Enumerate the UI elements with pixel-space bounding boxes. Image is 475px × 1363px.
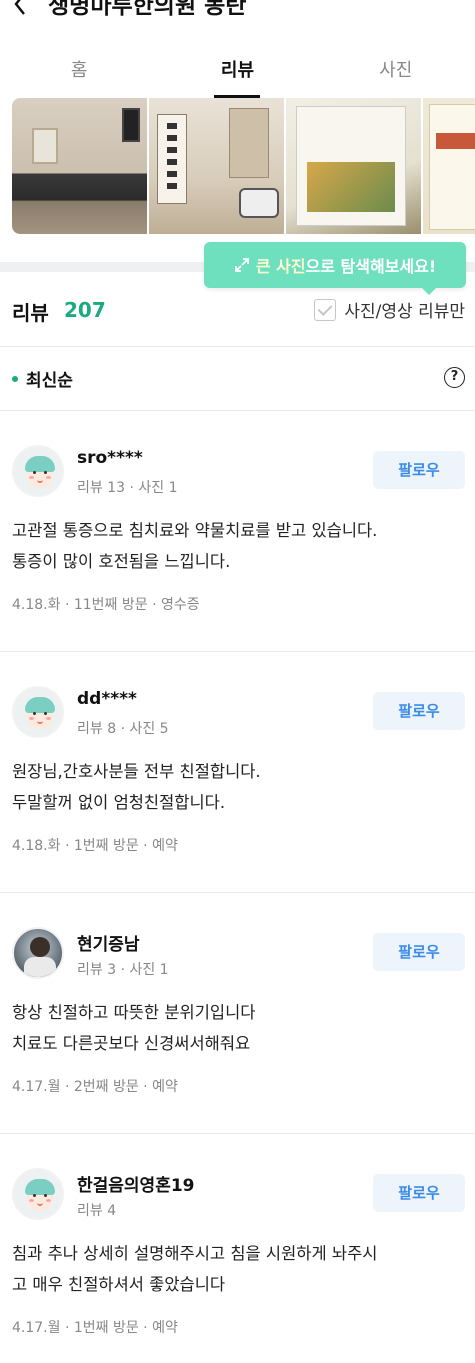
tab-reviews[interactable]: 리뷰 <box>158 40 316 98</box>
expand-icon <box>234 258 249 272</box>
visit-info: 4.18.화 · 1번째 방문 · 예약 <box>12 838 178 854</box>
review-text-line: 침과 추나 상세히 설명해주시고 침을 시원하게 놔주시 <box>12 1244 378 1263</box>
sort-row: 최신순 ? <box>0 350 475 406</box>
photo-review-filter[interactable]: 사진/영상 리뷰만 <box>314 297 465 322</box>
tooltip-highlight: 큰 사진 <box>255 257 306 276</box>
reviewer-name[interactable]: dd**** <box>77 689 137 709</box>
review-text: 고관절 통증으로 침치료와 약물치료를 받고 있습니다. 통증이 많이 호전됨을… <box>12 515 468 577</box>
photo-thumbnail[interactable] <box>12 98 147 234</box>
photo-thumbnail[interactable] <box>423 98 475 234</box>
reviewer-meta: 리뷰 3 · 사진 1 <box>77 962 169 978</box>
big-photo-tooltip[interactable]: 큰 사진으로 탐색해보세요! <box>204 242 466 295</box>
visit-info: 4.17.월 · 1번째 방문 · 예약 <box>12 1320 178 1336</box>
photo-thumbnail[interactable] <box>149 98 284 234</box>
avatar[interactable] <box>12 1168 64 1220</box>
review-header: 리뷰 207 사진/영상 리뷰만 <box>0 285 475 333</box>
tooltip-text: 으로 탐색해보세요! <box>305 257 437 276</box>
review-text-line: 고 매우 친절하셔서 좋았습니다 <box>12 1275 226 1294</box>
avatar[interactable] <box>12 927 64 979</box>
review-text-line: 원장님,간호사분들 전부 친절합니다. <box>12 762 261 781</box>
checkbox-icon[interactable] <box>314 298 337 321</box>
photo-filter-label: 사진/영상 리뷰만 <box>344 302 465 322</box>
review-text: 원장님,간호사분들 전부 친절합니다. 두말할꺼 없이 엄청친절합니다. <box>12 756 468 818</box>
review-card: 현기증남 리뷰 3 · 사진 1 팔로우 항상 친절하고 따뜻한 분위기입니다 … <box>0 893 475 1133</box>
sort-dot-icon <box>12 375 18 382</box>
follow-button[interactable]: 팔로우 <box>373 451 465 489</box>
avatar[interactable] <box>12 686 64 738</box>
avatar[interactable] <box>12 445 64 497</box>
review-text-line: 치료도 다른곳보다 신경써서해줘요 <box>12 1034 251 1053</box>
review-card: dd**** 리뷰 8 · 사진 5 팔로우 원장님,간호사분들 전부 친절합니… <box>0 652 475 892</box>
tab-bar: 홈 리뷰 사진 <box>0 40 475 98</box>
reviewer-meta: 리뷰 13 · 사진 1 <box>77 480 178 496</box>
review-count: 207 <box>64 298 106 322</box>
visit-info: 4.18.화 · 11번째 방문 · 영수증 <box>12 597 200 613</box>
tab-home[interactable]: 홈 <box>0 40 158 98</box>
review-text-line: 통증이 많이 호전됨을 느낍니다. <box>12 552 231 571</box>
review-section-title: 리뷰 <box>12 301 49 325</box>
follow-button[interactable]: 팔로우 <box>373 933 465 971</box>
review-text: 침과 추나 상세히 설명해주시고 침을 시원하게 놔주시 고 매우 친절하셔서 … <box>12 1238 468 1300</box>
tab-photos[interactable]: 사진 <box>317 40 475 98</box>
follow-button[interactable]: 팔로우 <box>373 692 465 730</box>
review-text: 항상 친절하고 따뜻한 분위기입니다 치료도 다른곳보다 신경써서해줘요 <box>12 997 468 1059</box>
follow-button[interactable]: 팔로우 <box>373 1174 465 1212</box>
reviewer-name[interactable]: sro**** <box>77 448 143 468</box>
review-text-line: 항상 친절하고 따뜻한 분위기입니다 <box>12 1003 256 1022</box>
sort-dropdown[interactable]: 최신순 <box>12 366 73 391</box>
reviewer-name[interactable]: 현기증남 <box>77 930 140 955</box>
top-header: 생명마루한의원 동탄 <box>0 0 475 30</box>
photo-thumbnail[interactable] <box>286 98 421 234</box>
review-text-line: 고관절 통증으로 침치료와 약물치료를 받고 있습니다. <box>12 521 378 540</box>
reviewer-meta: 리뷰 4 <box>77 1203 117 1219</box>
sort-label: 최신순 <box>26 371 73 391</box>
help-icon[interactable]: ? <box>444 367 465 388</box>
reviewer-name[interactable]: 한걸음의영혼19 <box>77 1171 195 1196</box>
visit-info: 4.17.월 · 2번째 방문 · 예약 <box>12 1079 178 1095</box>
photo-strip[interactable] <box>12 98 475 234</box>
review-card: 한걸음의영혼19 리뷰 4 팔로우 침과 추나 상세히 설명해주시고 침을 시원… <box>0 1134 475 1363</box>
page-title: 생명마루한의원 동탄 <box>48 0 247 19</box>
review-card: sro**** 리뷰 13 · 사진 1 팔로우 고관절 통증으로 침치료와 약… <box>0 411 475 651</box>
back-arrow-icon[interactable] <box>8 0 32 18</box>
divider <box>0 346 475 347</box>
reviewer-meta: 리뷰 8 · 사진 5 <box>77 721 169 737</box>
review-text-line: 두말할꺼 없이 엄청친절합니다. <box>12 793 226 812</box>
